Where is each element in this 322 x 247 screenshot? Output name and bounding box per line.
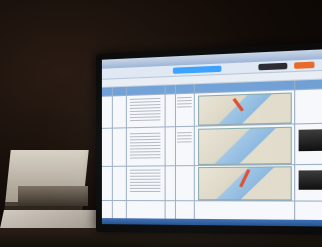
table-cell-text [129,169,161,192]
toolbar-button-orange[interactable] [294,61,315,69]
toolbar-button-dark[interactable] [258,62,288,71]
table-cell-text [129,132,161,160]
spreadsheet-table [101,78,322,227]
map-thumbnail[interactable] [198,92,292,126]
photo-scene [0,0,322,247]
photo-thumbnail[interactable] [298,129,322,152]
search-bar[interactable] [172,65,222,74]
table-cell-text [177,132,192,143]
table-cell-text [129,97,161,122]
photo-thumbnail[interactable] [298,170,322,190]
monitor-screen [101,48,322,227]
computer-monitor [96,41,322,236]
table-cell-text [177,96,192,108]
map-thumbnail[interactable] [198,126,292,166]
os-taskbar[interactable] [101,218,322,227]
binder-stack [18,186,88,206]
